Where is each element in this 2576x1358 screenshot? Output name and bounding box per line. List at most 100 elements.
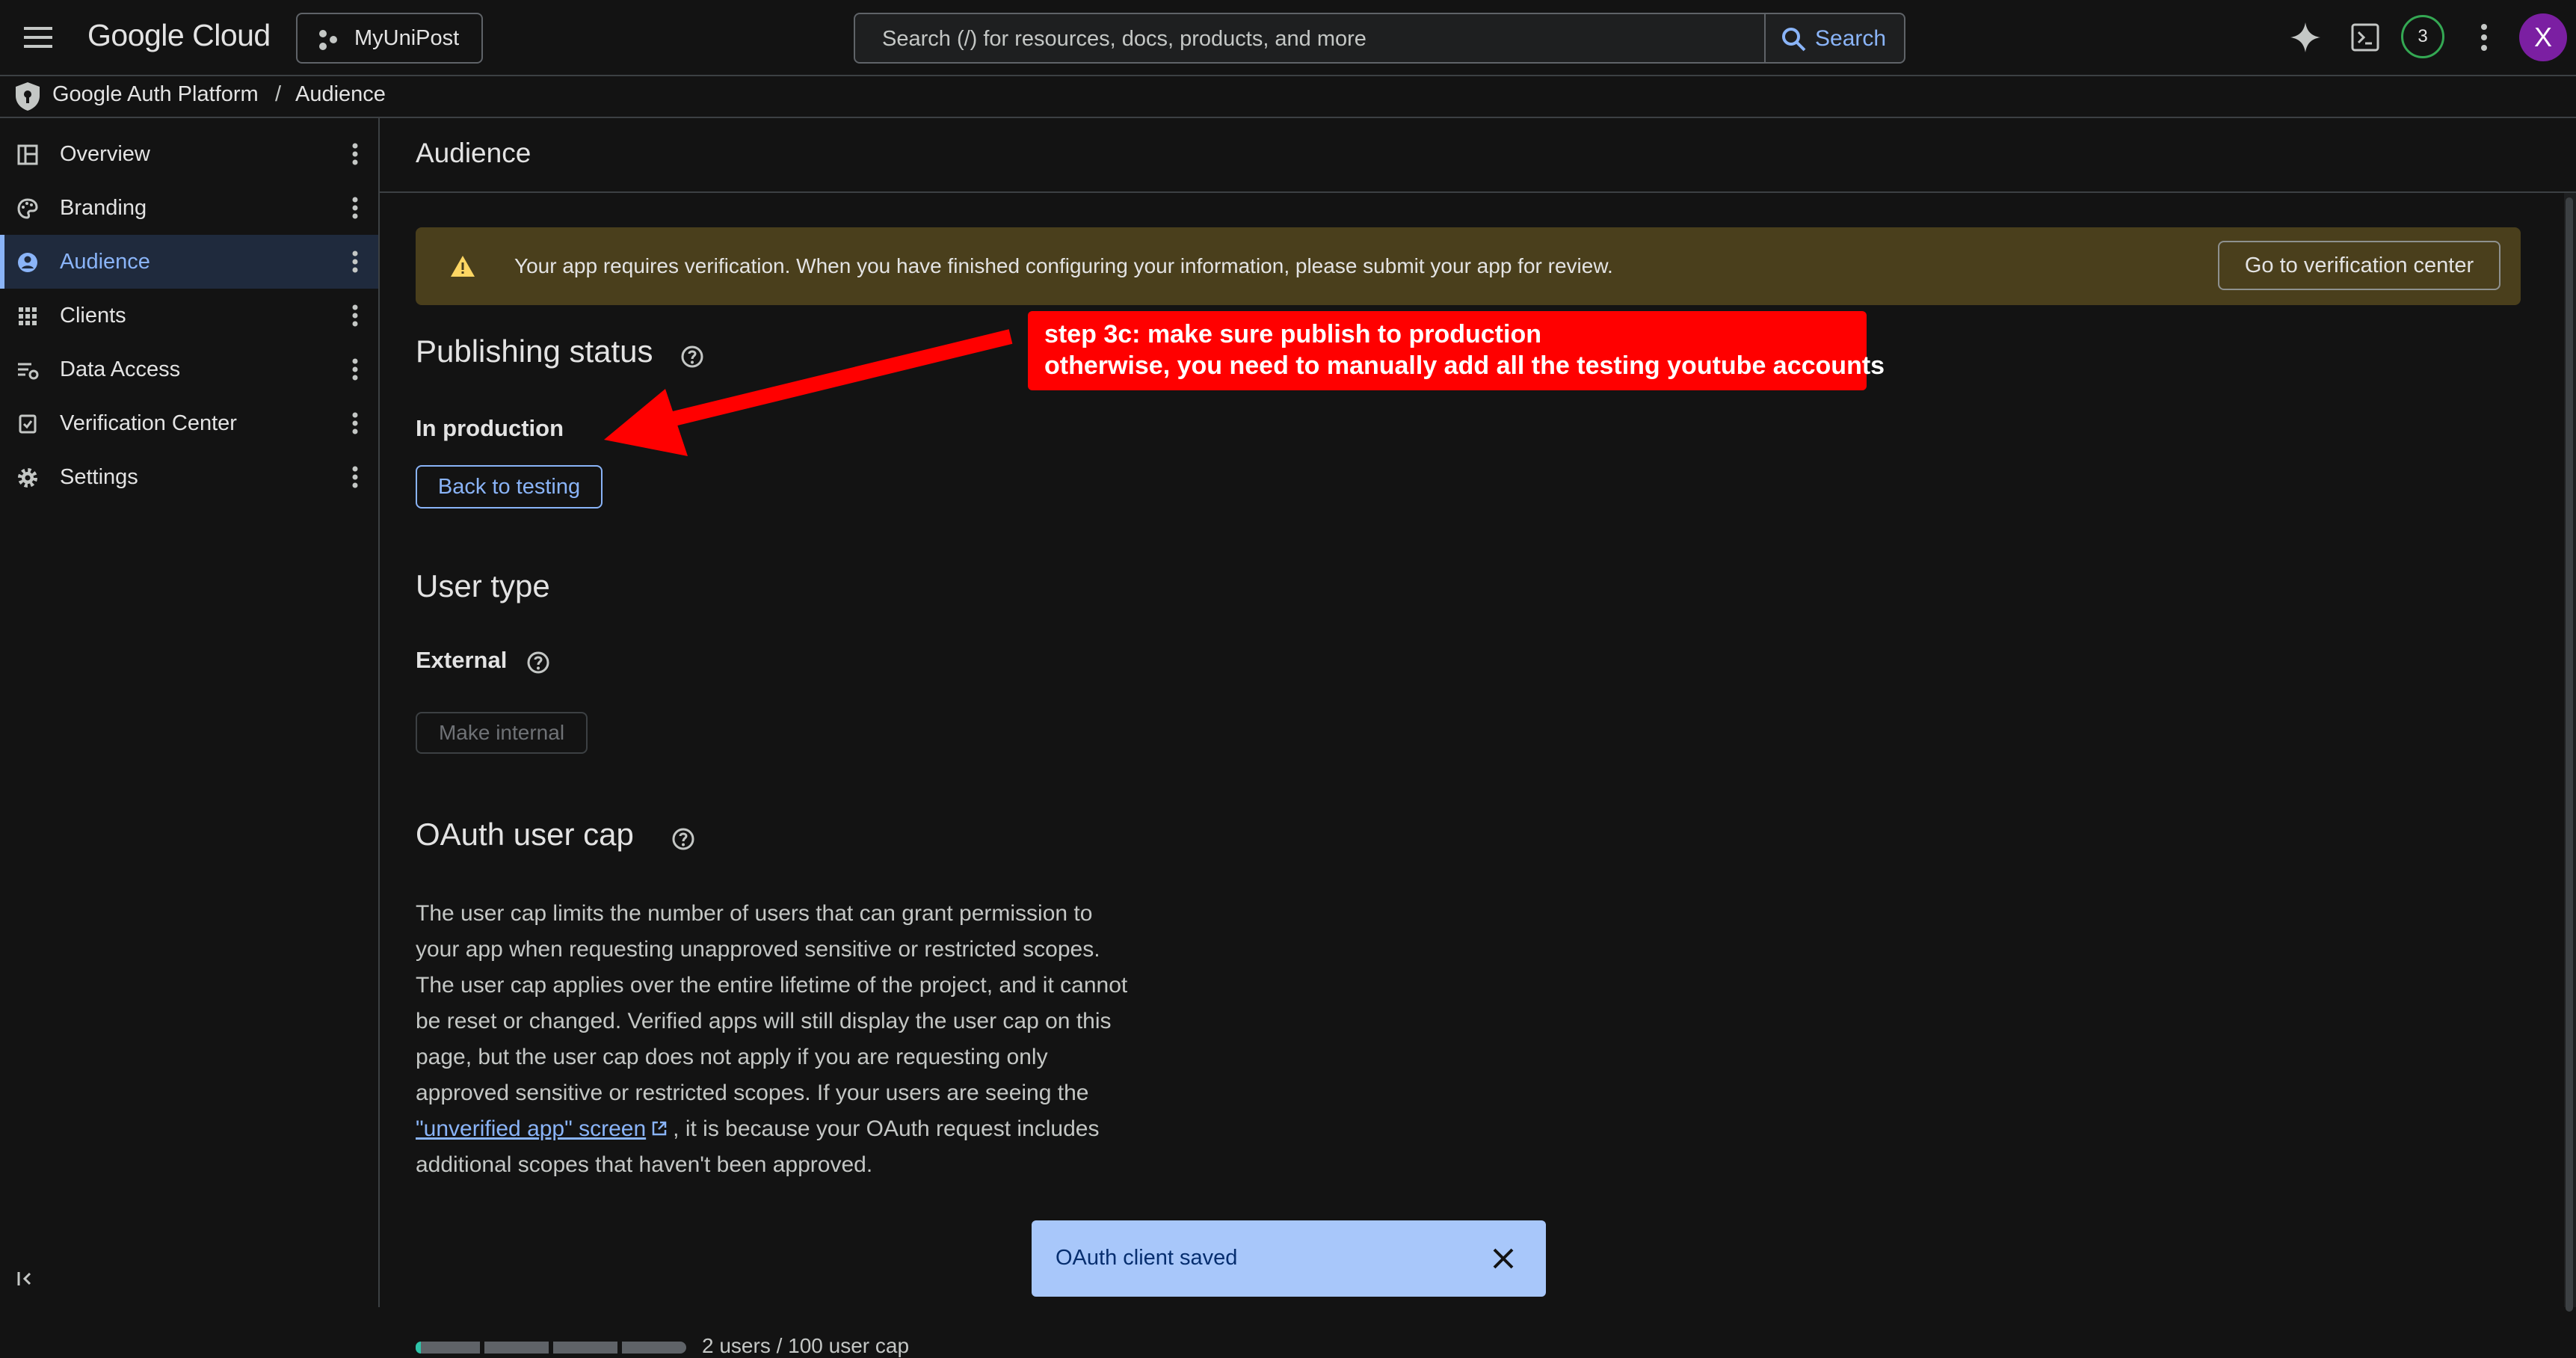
google-cloud-logo[interactable]: Google Cloud xyxy=(87,18,271,53)
user-type-value: External xyxy=(416,647,508,673)
user-cap-progress-bar xyxy=(416,1342,686,1354)
sidebar: Overview Branding Audience Clients Data … xyxy=(0,118,380,1307)
more-vert-icon[interactable] xyxy=(344,196,366,220)
collapse-sidebar-button[interactable] xyxy=(15,1267,39,1291)
palette-icon xyxy=(17,198,38,219)
description-line: The user cap limits the number of users … xyxy=(416,901,1093,926)
go-to-verification-center-label: Go to verification center xyxy=(2244,254,2474,277)
account-avatar[interactable]: X xyxy=(2519,13,2567,61)
notification-count: 3 xyxy=(2418,26,2428,46)
annotation-line-2: otherwise, you need to manually add all … xyxy=(1044,351,1885,380)
data-access-icon xyxy=(18,363,39,380)
sidebar-item-settings[interactable]: Settings xyxy=(0,450,378,504)
snackbar-toast: OAuth client saved xyxy=(1032,1220,1546,1297)
annotation-arrow xyxy=(604,329,1013,456)
progress-segment xyxy=(416,1342,480,1354)
unverified-app-screen-link[interactable]: "unverified app" screen xyxy=(416,1116,646,1141)
search-icon xyxy=(1782,28,1806,52)
page-title-divider xyxy=(380,191,2576,193)
go-to-verification-center-button[interactable]: Go to verification center xyxy=(2218,241,2500,290)
more-vert-icon[interactable] xyxy=(344,411,366,435)
top-app-bar: Google Cloud MyUniPost Search (/) for re… xyxy=(0,0,2576,76)
sidebar-item-label: Branding xyxy=(60,195,147,220)
verified-check-icon xyxy=(19,414,37,434)
banner-message: Your app requires verification. When you… xyxy=(514,254,1613,277)
page-title: Audience xyxy=(416,138,531,168)
warning-icon xyxy=(451,256,475,277)
search-button-label: Search xyxy=(1815,26,1887,51)
project-picker-button[interactable]: MyUniPost xyxy=(296,13,483,64)
oauth-user-cap-heading: OAuth user cap xyxy=(416,817,634,852)
search-input[interactable]: Search (/) for resources, docs, products… xyxy=(854,13,1766,64)
description-line: be reset or changed. Verified apps will … xyxy=(416,1009,1112,1033)
sidebar-item-branding[interactable]: Branding xyxy=(0,181,378,235)
progress-fill xyxy=(416,1342,421,1354)
more-options-icon[interactable] xyxy=(2474,22,2494,52)
sidebar-item-verification-center[interactable]: Verification Center xyxy=(0,396,378,450)
cloud-shell-terminal-icon[interactable] xyxy=(2350,22,2380,52)
active-indicator xyxy=(0,235,4,289)
annotation-line-1: step 3c: make sure publish to production xyxy=(1044,320,1541,348)
sidebar-item-label: Data Access xyxy=(60,357,181,381)
oauth-user-cap-description: The user cap limits the number of users … xyxy=(416,896,1238,1183)
description-line: your app when requesting unapproved sens… xyxy=(416,937,1100,962)
sidebar-item-label: Clients xyxy=(60,303,126,328)
breadcrumb: Google Auth Platform / Audience xyxy=(0,75,2576,118)
breadcrumb-separator: / xyxy=(275,82,282,106)
more-vert-icon[interactable] xyxy=(344,304,366,328)
toast-message: OAuth client saved xyxy=(1056,1246,1238,1270)
more-vert-icon[interactable] xyxy=(344,142,366,166)
hamburger-menu-icon xyxy=(24,27,52,48)
breadcrumb-current: Audience xyxy=(295,82,386,106)
sidebar-item-clients[interactable]: Clients xyxy=(0,289,378,342)
search-placeholder: Search (/) for resources, docs, products… xyxy=(882,27,1366,51)
user-cap-usage-text: 2 users / 100 user cap xyxy=(702,1334,910,1357)
help-icon[interactable] xyxy=(671,827,695,851)
avatar-letter: X xyxy=(2533,22,2552,52)
auth-platform-shield-icon xyxy=(16,82,40,111)
sidebar-item-audience[interactable]: Audience xyxy=(0,235,378,289)
more-vert-icon[interactable] xyxy=(344,357,366,381)
description-after-link: , it is because your OAuth request inclu… xyxy=(673,1116,1100,1141)
vertical-scrollbar[interactable] xyxy=(2564,193,2576,1312)
sidebar-item-label: Overview xyxy=(60,141,150,166)
verification-warning-banner: Your app requires verification. When you… xyxy=(416,227,2521,305)
dashboard-icon xyxy=(17,144,38,165)
open-in-new-icon xyxy=(652,1121,667,1136)
sidebar-item-label: Settings xyxy=(60,464,138,489)
gear-icon xyxy=(18,468,37,488)
make-internal-label: Make internal xyxy=(438,721,565,744)
description-line: The user cap applies over the entire lif… xyxy=(416,973,1128,998)
publishing-status-value: In production xyxy=(416,415,564,441)
user-type-heading: User type xyxy=(416,568,550,603)
sidebar-item-overview[interactable]: Overview xyxy=(0,127,378,181)
back-to-testing-label: Back to testing xyxy=(437,475,581,499)
description-line: "unverified app" screen , it is because … xyxy=(416,1111,1238,1147)
tutorial-annotation-callout: step 3c: make sure publish to production… xyxy=(1028,311,1885,390)
more-vert-icon[interactable] xyxy=(344,250,366,274)
back-to-testing-button[interactable]: Back to testing xyxy=(416,465,603,509)
progress-segment xyxy=(622,1342,686,1354)
notifications-badge[interactable]: 3 xyxy=(2401,15,2444,58)
project-name: MyUniPost xyxy=(354,26,460,50)
project-hierarchy-icon xyxy=(319,30,337,50)
search-button[interactable]: Search xyxy=(1766,13,1905,64)
main-menu-button[interactable] xyxy=(21,22,57,52)
account-circle-icon xyxy=(18,253,37,272)
sidebar-item-label: Verification Center xyxy=(60,411,237,435)
more-vert-icon[interactable] xyxy=(344,465,366,489)
sidebar-item-label: Audience xyxy=(60,249,150,274)
help-icon[interactable] xyxy=(526,651,550,675)
main-content: Audience Your app requires verification.… xyxy=(380,118,2576,1357)
breadcrumb-root-link[interactable]: Google Auth Platform xyxy=(52,82,259,107)
close-icon[interactable] xyxy=(1491,1246,1516,1271)
description-line: approved sensitive or restricted scopes.… xyxy=(416,1081,1089,1105)
collapse-left-icon xyxy=(17,1272,31,1285)
gemini-sparkle-icon[interactable] xyxy=(2289,21,2322,54)
progress-segment xyxy=(553,1342,617,1354)
scrollbar-thumb[interactable] xyxy=(2566,197,2573,1312)
apps-grid-icon xyxy=(19,307,37,325)
description-line: additional scopes that haven't been appr… xyxy=(416,1152,873,1177)
make-internal-button[interactable]: Make internal xyxy=(416,712,588,754)
sidebar-item-data-access[interactable]: Data Access xyxy=(0,342,378,396)
